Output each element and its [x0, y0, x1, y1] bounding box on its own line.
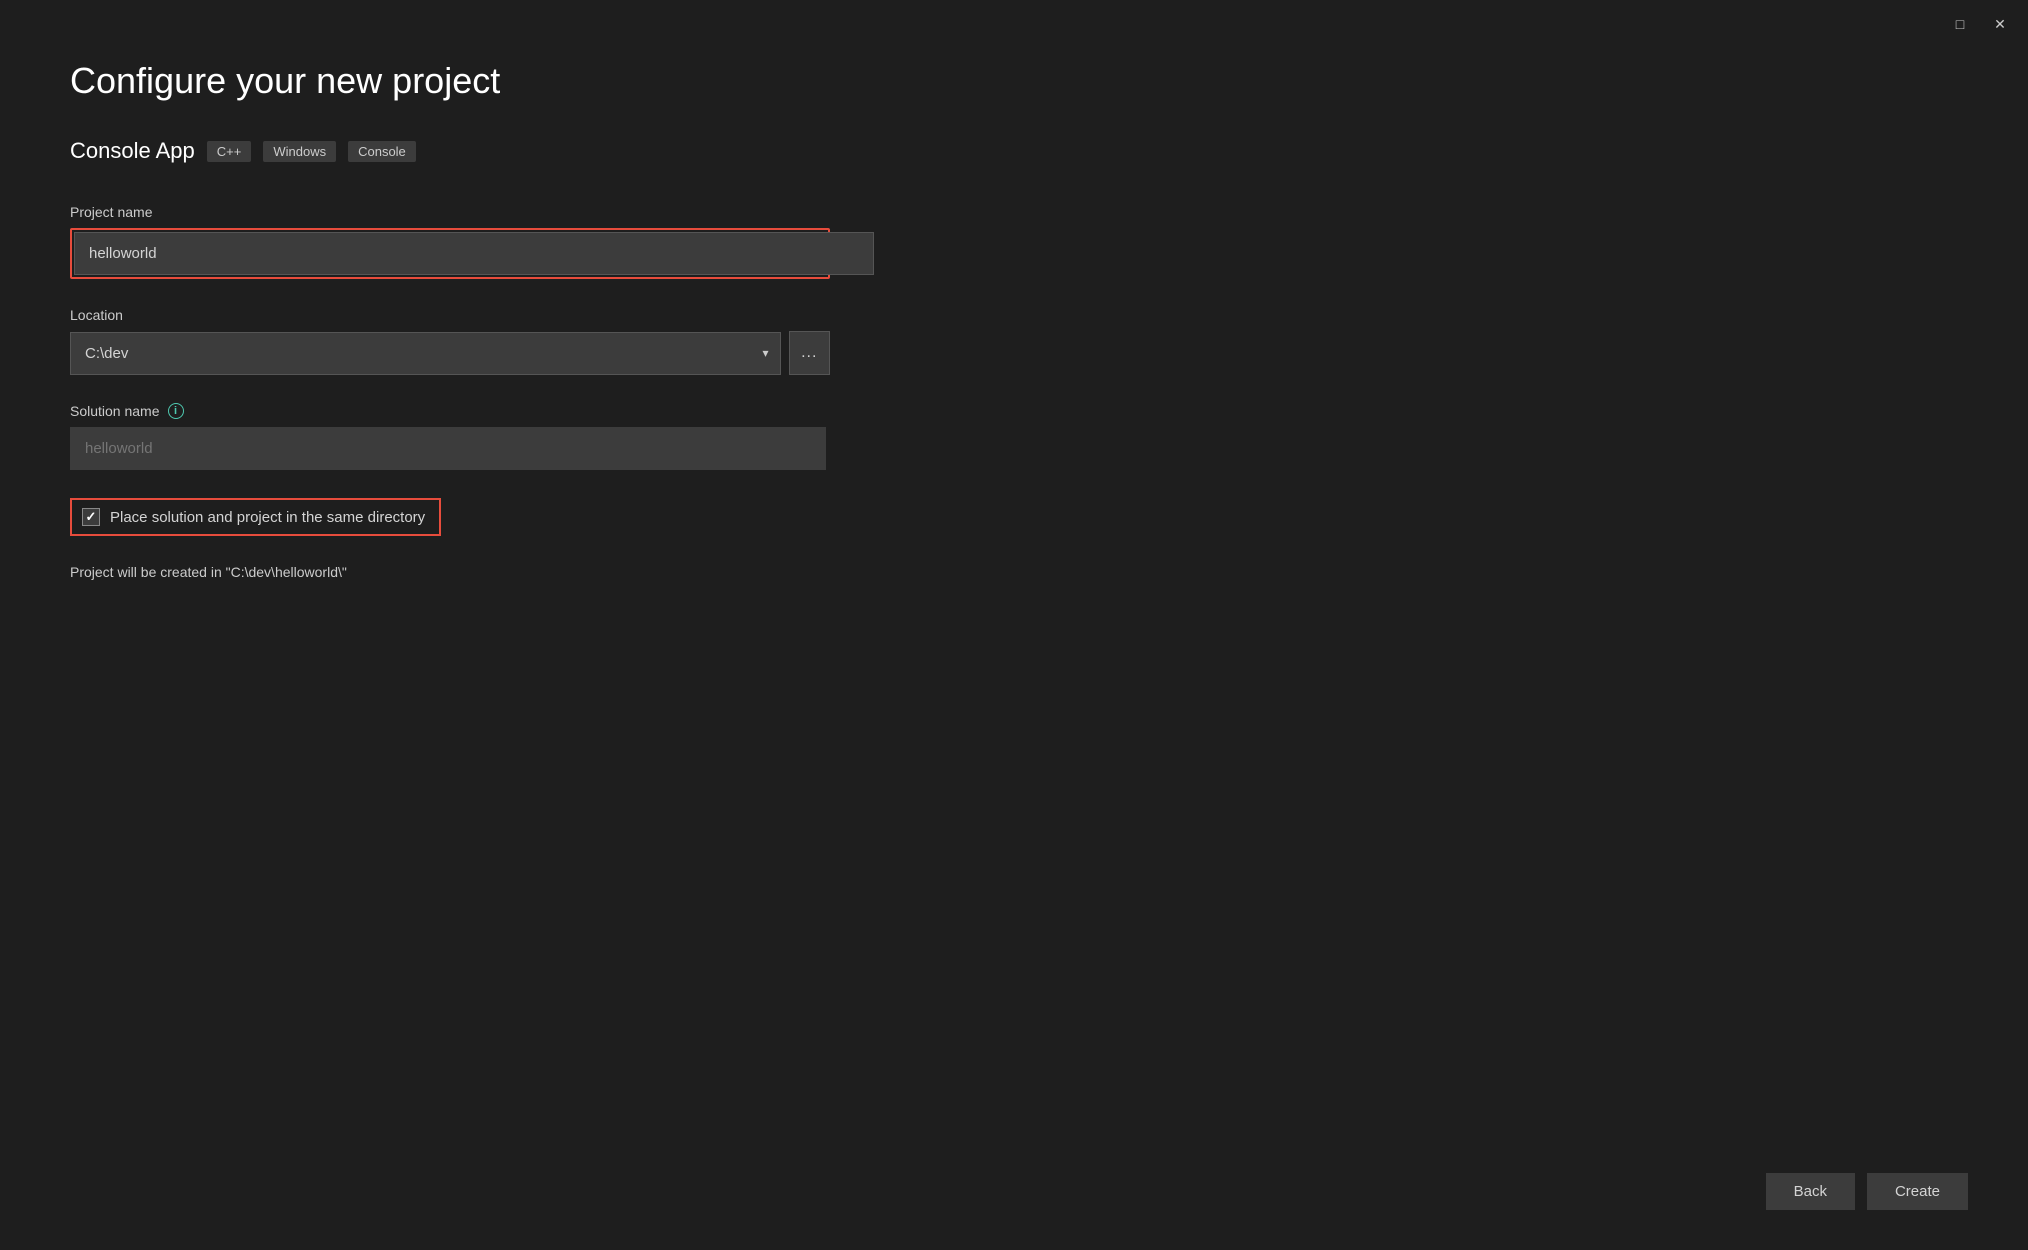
project-name-section: Project name	[70, 204, 830, 279]
main-content: Configure your new project Console App C…	[0, 0, 900, 640]
same-directory-checkbox[interactable]	[82, 508, 100, 526]
location-select-wrapper: C:\dev ▾	[70, 332, 781, 375]
bottom-buttons: Back Create	[1766, 1173, 1968, 1210]
same-directory-section: Place solution and project in the same d…	[70, 498, 830, 536]
configure-project-window: □ ✕ Configure your new project Console A…	[0, 0, 2028, 1250]
page-title: Configure your new project	[70, 60, 830, 102]
solution-name-section: Solution name i	[70, 403, 830, 470]
location-label: Location	[70, 307, 830, 323]
location-select[interactable]: C:\dev	[70, 332, 781, 375]
same-directory-checkbox-row[interactable]: Place solution and project in the same d…	[70, 498, 441, 536]
project-type-label: Console App	[70, 138, 195, 164]
solution-info-icon[interactable]: i	[168, 403, 184, 419]
maximize-button[interactable]: □	[1948, 12, 1972, 36]
tag-console: Console	[348, 141, 416, 162]
project-name-highlight-box	[70, 228, 830, 279]
title-bar: □ ✕	[1932, 0, 2028, 48]
solution-name-input[interactable]	[70, 427, 826, 470]
project-name-input[interactable]	[74, 232, 874, 275]
solution-name-label: Solution name i	[70, 403, 830, 419]
browse-button[interactable]: ...	[789, 331, 830, 375]
subtitle-row: Console App C++ Windows Console	[70, 138, 830, 164]
location-section: Location C:\dev ▾ ...	[70, 307, 830, 375]
project-path-info: Project will be created in "C:\dev\hello…	[70, 564, 830, 580]
project-name-label: Project name	[70, 204, 830, 220]
create-button[interactable]: Create	[1867, 1173, 1968, 1210]
same-directory-label: Place solution and project in the same d…	[110, 509, 425, 526]
back-button[interactable]: Back	[1766, 1173, 1855, 1210]
close-button[interactable]: ✕	[1988, 12, 2012, 36]
tag-windows: Windows	[263, 141, 336, 162]
location-row: C:\dev ▾ ...	[70, 331, 830, 375]
tag-cpp: C++	[207, 141, 252, 162]
